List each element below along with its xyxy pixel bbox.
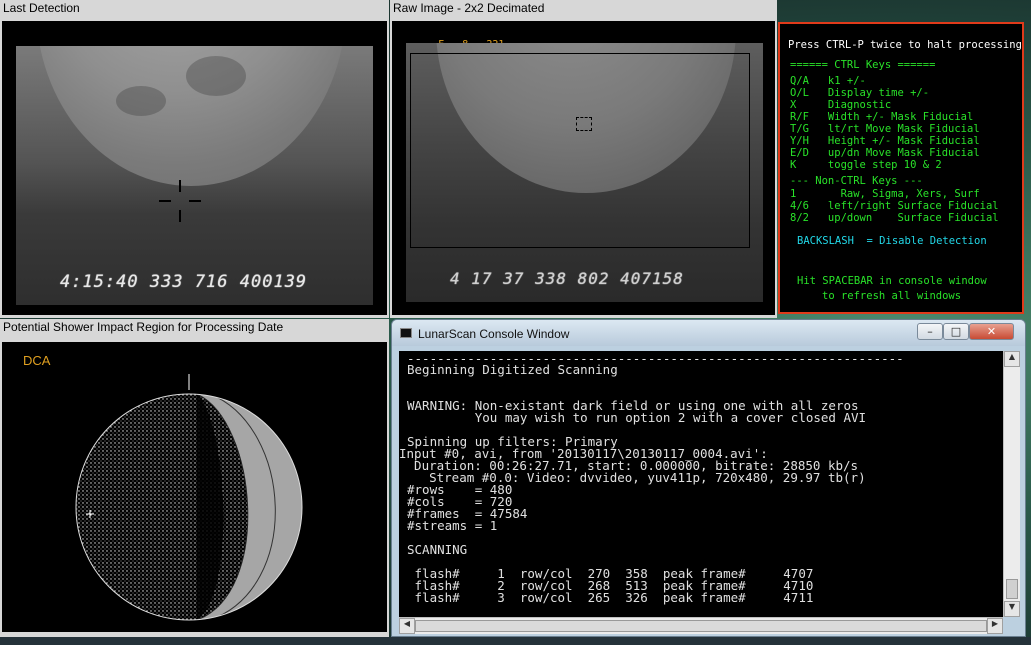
key-line: Q/A k1 +/- [790, 75, 866, 87]
spacebar-line-2: to refresh all windows [822, 290, 962, 302]
target-bracket-icon [576, 117, 592, 131]
scroll-thumb[interactable] [1006, 579, 1018, 599]
raw-image-timestamp: 4 17 37 338 802 407158 [450, 269, 684, 288]
key-line: 1 Raw, Sigma, Xers, Surf [790, 188, 980, 200]
key-line: X Diagnostic [790, 99, 892, 111]
vertical-scrollbar[interactable]: ▲ ▼ [1003, 351, 1020, 617]
console-app-icon [400, 328, 412, 338]
shower-impact-window[interactable]: Potential Shower Impact Region for Proce… [0, 319, 389, 637]
last-detection-title: Last Detection [3, 1, 80, 15]
key-line: ====== CTRL Keys ====== [790, 59, 936, 71]
key-line: K toggle step 10 & 2 [790, 159, 942, 171]
key-line: T/G lt/rt Move Mask Fiducial [790, 123, 980, 135]
console-line: You may wish to run option 2 with a cove… [407, 410, 867, 425]
keys-help-window[interactable]: Press CTRL-P twice to halt processing ==… [778, 22, 1024, 314]
shower-impact-title: Potential Shower Impact Region for Proce… [3, 320, 284, 334]
key-line: 8/2 up/down Surface Fiducial [790, 212, 999, 224]
last-detection-timestamp: 4:15:40 333 716 400139 [60, 272, 308, 292]
last-detection-window[interactable]: Last Detection 4:15:40 333 716 400139 [0, 0, 389, 318]
minimize-button[interactable]: – [917, 323, 943, 340]
spacebar-line-1: Hit SPACEBAR in console window [797, 275, 987, 287]
raw-image-title: Raw Image - 2x2 Decimated [393, 1, 545, 15]
minimize-icon: – [927, 325, 933, 338]
backslash-line: BACKSLASH = Disable Detection [797, 235, 987, 247]
scroll-right-button[interactable]: ▶ [987, 618, 1003, 634]
console-line: flash# 3 row/col 265 326 peak frame# 471… [407, 590, 814, 605]
close-button[interactable]: ✕ [969, 323, 1014, 340]
hscroll-thumb[interactable] [415, 620, 987, 632]
raw-image-window[interactable]: Raw Image - 2x2 Decimated F 8 221 X 1318… [390, 0, 777, 318]
maximize-button[interactable]: □ [943, 323, 969, 340]
last-detection-pane: 4:15:40 333 716 400139 [2, 21, 387, 315]
raw-image-pane: F 8 221 X 1318 4 17 37 338 802 407158 [392, 21, 775, 315]
last-detection-video: 4:15:40 333 716 400139 [16, 46, 373, 305]
scroll-up-button[interactable]: ▲ [1004, 351, 1020, 367]
console-titlebar[interactable]: LunarScan Console Window – □ ✕ [392, 320, 1025, 346]
halt-instruction: Press CTRL-P twice to halt processing [788, 39, 1022, 51]
shower-impact-pane: DCA [2, 342, 387, 632]
raw-image-video: 4 17 37 338 802 407158 [406, 43, 763, 302]
console-line: SCANNING [407, 542, 468, 557]
close-icon: ✕ [986, 325, 997, 338]
moon-globe-diagram [75, 374, 303, 621]
scroll-left-button[interactable]: ◀ [399, 618, 415, 634]
console-line: #streams = 1 [407, 518, 498, 533]
console-window[interactable]: LunarScan Console Window – □ ✕ ---------… [391, 319, 1026, 637]
console-line: Beginning Digitized Scanning [407, 362, 618, 377]
key-line: R/F Width +/- Mask Fiducial [790, 111, 974, 123]
crosshair-icon [159, 180, 203, 224]
taskbar-strip [0, 637, 1031, 645]
maximize-icon: □ [950, 325, 962, 338]
horizontal-scrollbar[interactable]: ◀ ▶ [399, 617, 1003, 634]
key-line: 4/6 left/right Surface Fiducial [790, 200, 999, 212]
key-line: Y/H Height +/- Mask Fiducial [790, 135, 980, 147]
key-line: --- Non-CTRL Keys --- [790, 175, 923, 187]
key-line: E/D up/dn Move Mask Fiducial [790, 147, 980, 159]
console-title: LunarScan Console Window [418, 327, 570, 341]
scroll-down-button[interactable]: ▼ [1004, 601, 1020, 617]
key-line: O/L Display time +/- [790, 87, 930, 99]
moon-image [36, 46, 346, 186]
mask-fiducial-rect [410, 53, 750, 248]
console-output[interactable]: ----------------------------------------… [399, 351, 1003, 617]
